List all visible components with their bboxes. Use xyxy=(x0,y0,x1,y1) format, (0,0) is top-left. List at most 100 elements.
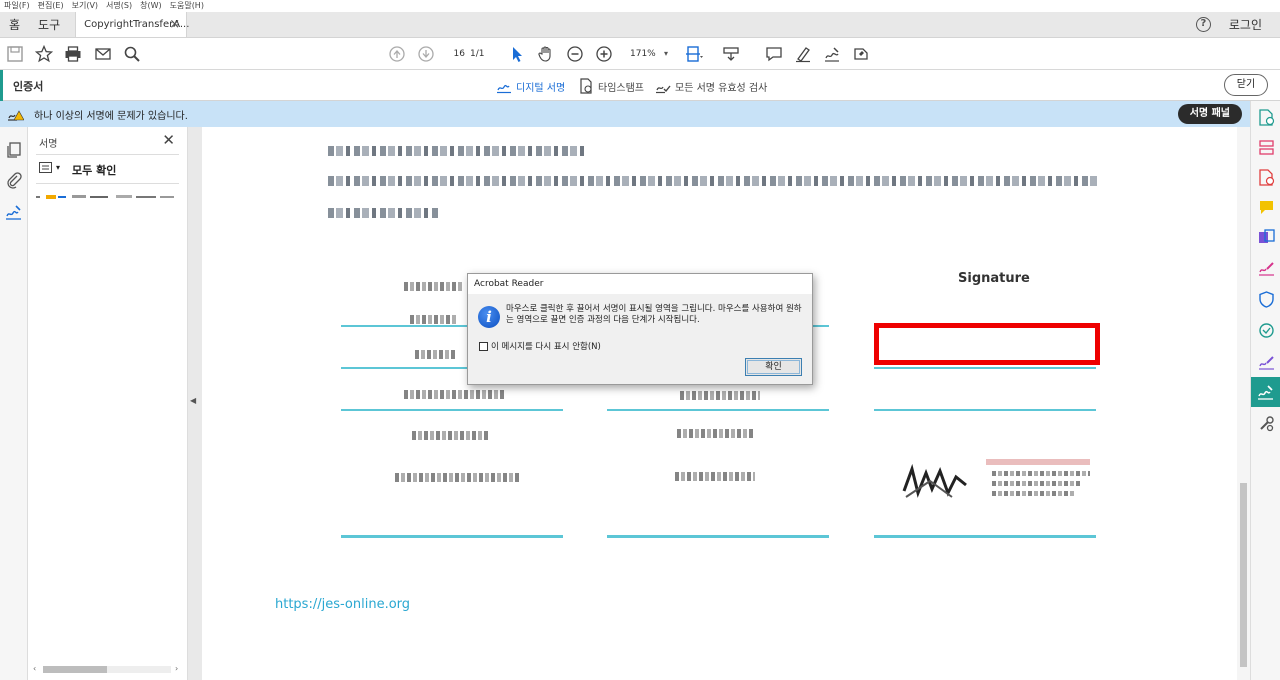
zoom-in-icon[interactable] xyxy=(594,44,614,64)
login-link[interactable]: 로그인 xyxy=(1229,16,1262,33)
scroll-mode-icon[interactable] xyxy=(721,44,741,64)
signature-warning-bar: 하나 이상의 서명에 문제가 있습니다. 서명 패널 xyxy=(0,101,1250,127)
table-rule xyxy=(874,535,1096,538)
redacted-cell xyxy=(415,350,455,359)
timestamp-button[interactable]: 타임스탬프 xyxy=(578,78,644,94)
save-icon[interactable] xyxy=(5,44,25,64)
scroll-thumb[interactable] xyxy=(43,666,107,673)
fill-and-sign-icon[interactable] xyxy=(1258,259,1275,276)
prev-page-icon[interactable] xyxy=(387,44,407,64)
export-pdf-icon[interactable] xyxy=(1258,169,1275,186)
signatures-icon[interactable] xyxy=(5,203,23,221)
certificate-tool-icon[interactable] xyxy=(1258,322,1275,339)
document-vertical-scrollbar[interactable] xyxy=(1237,127,1250,680)
accent-strip xyxy=(0,70,3,101)
attachment-icon[interactable] xyxy=(5,171,23,189)
menu-view[interactable]: 보기(V) xyxy=(72,0,98,12)
select-tool-icon[interactable] xyxy=(507,44,527,64)
organize-pages-icon[interactable] xyxy=(1258,139,1275,156)
certificates-tool-active[interactable] xyxy=(1251,377,1280,407)
digital-sign-button[interactable]: 디지털 서명 xyxy=(496,78,565,94)
ok-button[interactable]: 확인 xyxy=(745,358,802,376)
tab-document[interactable]: CopyrightTransferA... × xyxy=(75,12,189,37)
sign-icon[interactable] xyxy=(822,44,842,64)
warning-message: 하나 이상의 서명에 문제가 있습니다. xyxy=(34,111,188,122)
page-display-icon[interactable] xyxy=(684,44,704,64)
help-icon[interactable]: ? xyxy=(1195,17,1211,32)
search-icon[interactable] xyxy=(122,44,142,64)
signature-entry[interactable] xyxy=(36,193,176,201)
timestamp-icon xyxy=(580,78,592,94)
next-page-icon[interactable] xyxy=(416,44,436,64)
journal-url[interactable]: https://jes-online.org xyxy=(275,597,410,612)
hand-tool-icon[interactable] xyxy=(536,44,556,64)
signature-column-header: Signature xyxy=(958,271,1030,286)
menu-edit[interactable]: 편집(E) xyxy=(38,0,64,12)
certificate-toolbar: 인증서 디지털 서명 타임스탬프 모든 서명 유효성 검사 닫기 xyxy=(0,70,1280,101)
fill-sign-icon[interactable] xyxy=(851,44,871,64)
info-icon: i xyxy=(478,306,500,328)
validate-all-label: 모든 서명 유효성 검사 xyxy=(675,82,768,94)
mail-icon[interactable] xyxy=(93,44,113,64)
close-panel-icon[interactable]: ✕ xyxy=(162,131,175,149)
zoom-select[interactable]: 171% xyxy=(624,45,672,63)
close-tab-icon[interactable]: × xyxy=(169,17,180,32)
tab-bar: 홈 도구 CopyrightTransferA... × ? 로그인 xyxy=(0,12,1280,38)
menu-file[interactable]: 파일(F) xyxy=(4,0,30,12)
close-certificate-button[interactable]: 닫기 xyxy=(1224,74,1268,96)
redacted-column-header xyxy=(404,282,462,291)
table-rule xyxy=(607,535,829,538)
redacted-stamp xyxy=(992,481,1082,486)
redacted-cell xyxy=(675,472,755,481)
menu-window[interactable]: 창(W) xyxy=(140,0,162,12)
validate-all-button[interactable]: 모든 서명 유효성 검사 xyxy=(655,78,767,94)
print-icon[interactable] xyxy=(63,44,83,64)
tab-tools[interactable]: 도구 xyxy=(29,12,69,37)
scroll-right-icon[interactable]: › xyxy=(175,664,178,673)
panel-options-menu[interactable]: ▾ xyxy=(39,162,60,173)
comment-icon[interactable] xyxy=(764,44,784,64)
table-rule xyxy=(874,367,1096,369)
pages-icon[interactable] xyxy=(5,141,23,159)
verify-all-button[interactable]: 모두 확인 xyxy=(72,162,116,178)
redacted-text-line xyxy=(328,176,1098,186)
highlight-icon[interactable] xyxy=(793,44,813,64)
redacted-cell xyxy=(677,429,755,438)
redacted-cell xyxy=(412,431,490,440)
combine-files-icon[interactable] xyxy=(1258,229,1275,246)
page-number-input[interactable]: 16 xyxy=(447,45,465,63)
checkbox-box[interactable] xyxy=(479,341,488,351)
redacted-cell xyxy=(410,315,458,324)
more-tools-icon[interactable] xyxy=(1258,415,1275,432)
redacted-cell xyxy=(404,390,504,399)
scroll-left-icon[interactable]: ‹ xyxy=(33,664,36,673)
redacted-stamp xyxy=(986,459,1090,465)
validate-signatures-icon xyxy=(656,85,671,94)
acrobat-info-dialog: Acrobat Reader i 마우스로 클릭한 후 끌어서 서명이 표시될 … xyxy=(467,273,813,385)
redacted-stamp xyxy=(992,491,1076,496)
digital-sign-icon xyxy=(497,84,511,94)
signature-panel-button[interactable]: 서명 패널 xyxy=(1177,104,1242,124)
dont-show-again-checkbox[interactable]: 이 메시지를 다시 표시 안함(N) xyxy=(479,340,601,352)
dialog-title: Acrobat Reader xyxy=(468,274,812,294)
menu-help[interactable]: 도움말(H) xyxy=(170,0,204,12)
panel-horizontal-scrollbar[interactable]: ‹ › xyxy=(33,664,181,674)
table-rule xyxy=(341,409,563,411)
document-viewport[interactable]: Signature https://jes-online.org xyxy=(202,127,1237,680)
panel-divider xyxy=(36,183,179,184)
menu-sign[interactable]: 서명(S) xyxy=(106,0,132,12)
signature-panel-title: 서명 xyxy=(39,139,58,150)
request-signature-icon[interactable] xyxy=(1258,353,1275,370)
comment-tool-icon[interactable] xyxy=(1258,199,1275,216)
protect-icon[interactable] xyxy=(1258,291,1275,308)
main-toolbar: 16 1/1 171% xyxy=(0,38,1280,70)
collapse-panel-icon[interactable]: ◀ xyxy=(190,396,196,405)
signature-field-outline[interactable] xyxy=(874,323,1100,365)
zoom-out-icon[interactable] xyxy=(565,44,585,64)
tab-home[interactable]: 홈 xyxy=(0,12,29,37)
table-rule xyxy=(341,535,563,538)
warning-sign-icon xyxy=(8,110,24,121)
scroll-thumb[interactable] xyxy=(1240,483,1247,667)
star-icon[interactable] xyxy=(34,44,54,64)
create-pdf-icon[interactable] xyxy=(1258,109,1275,126)
